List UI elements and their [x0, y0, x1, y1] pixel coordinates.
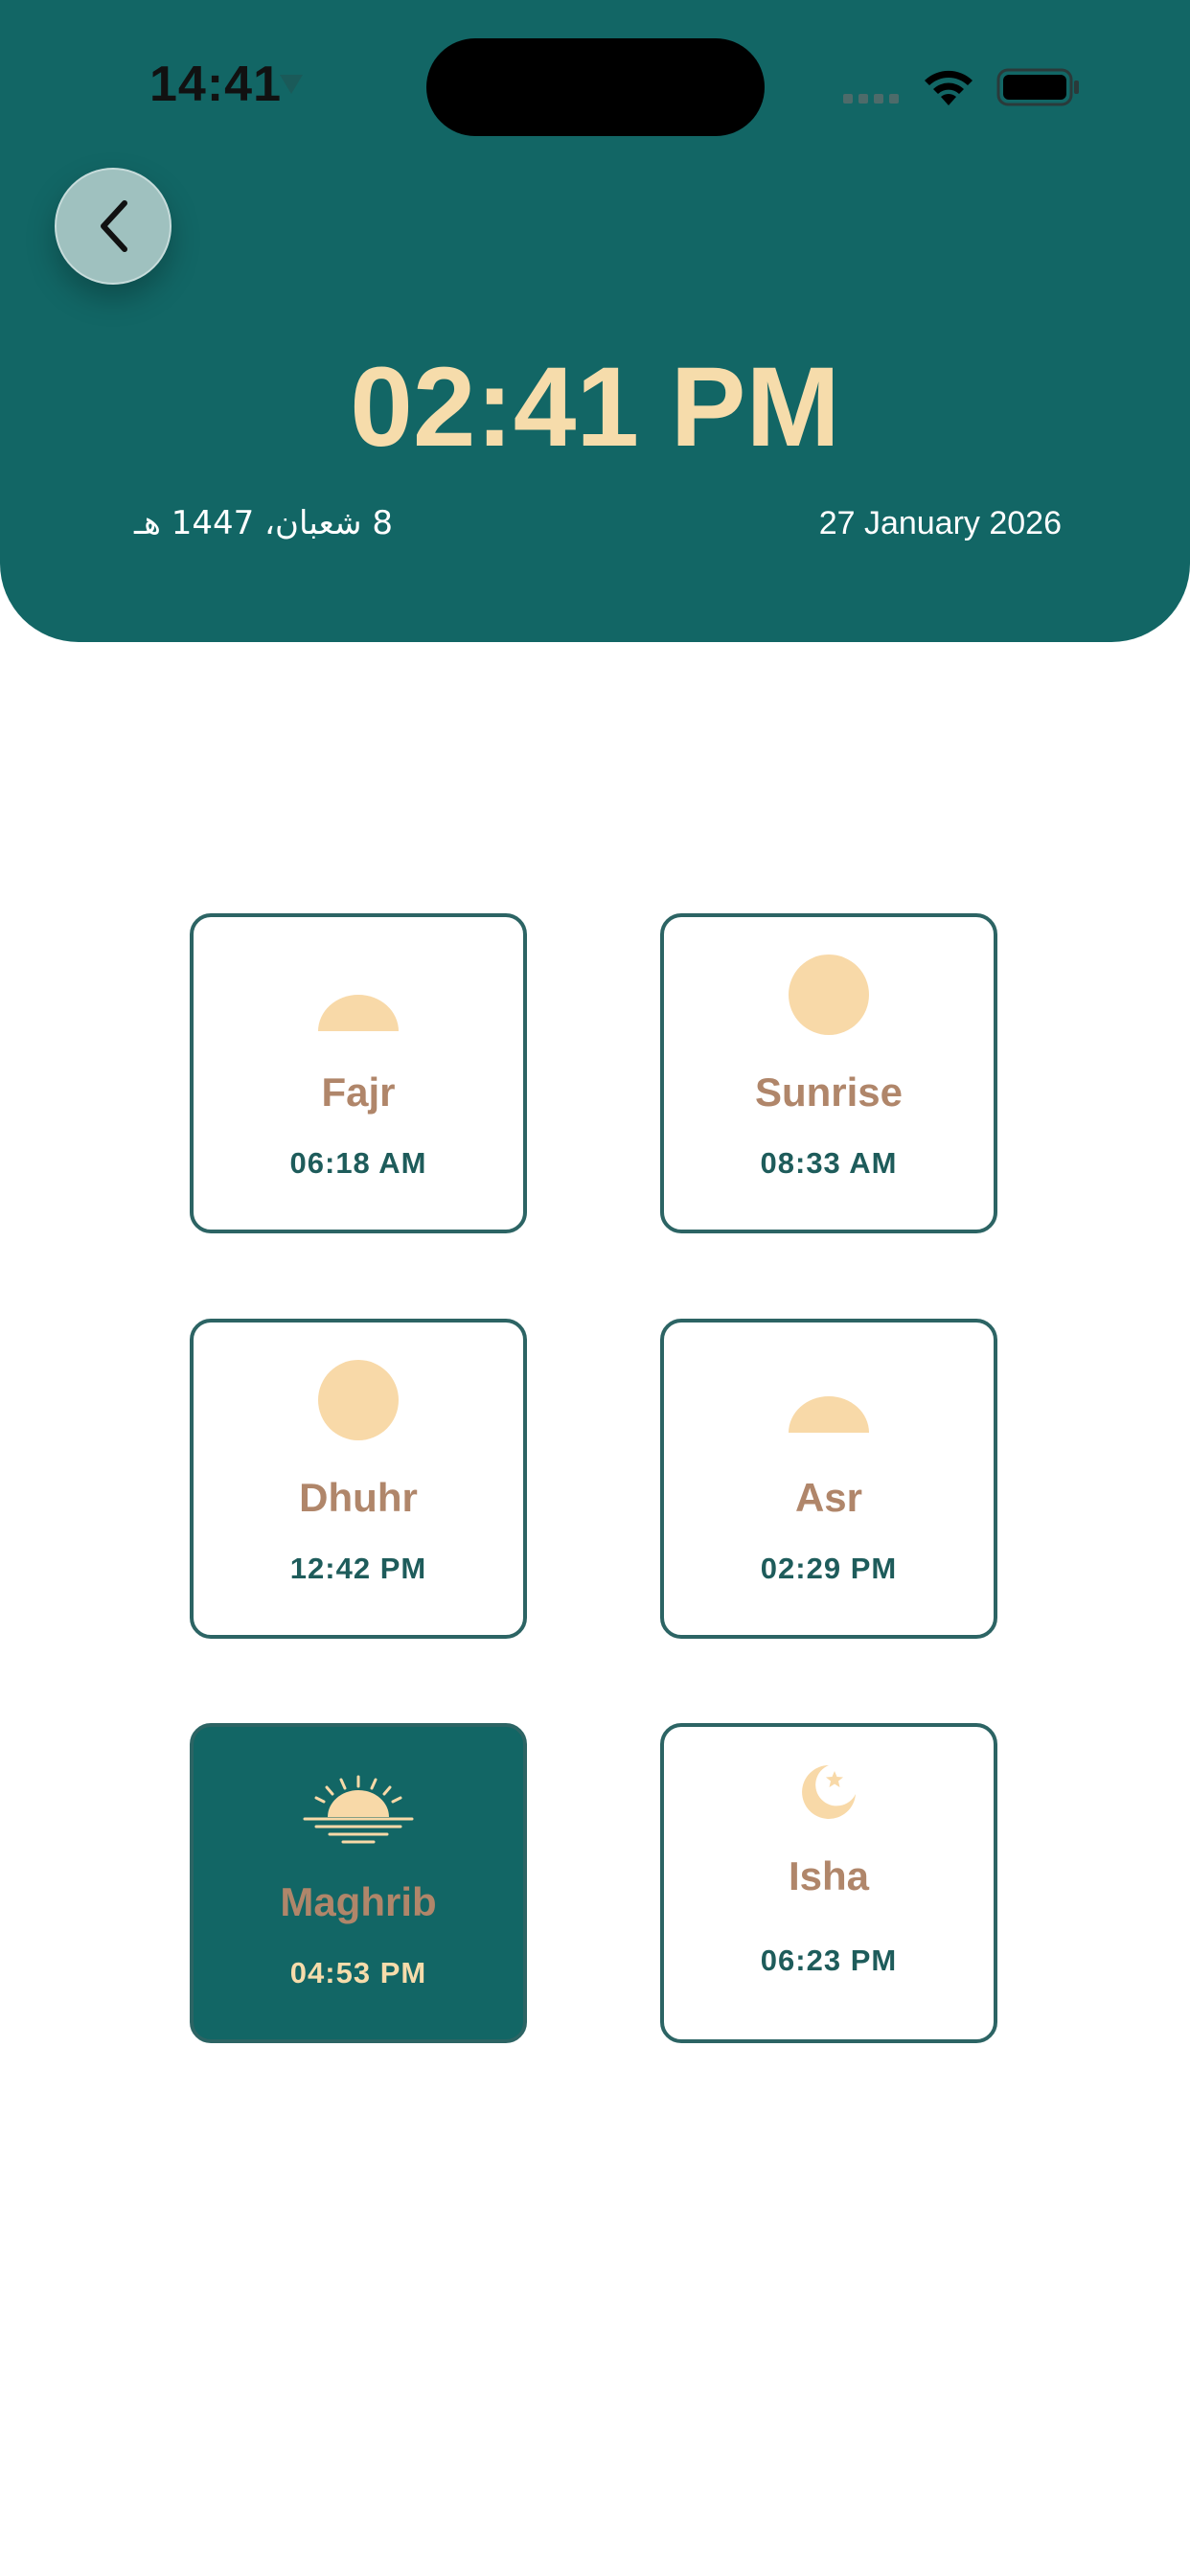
back-button[interactable] [55, 168, 172, 285]
prayer-time: 08:33 AM [760, 1146, 898, 1180]
prayer-name: Asr [794, 1475, 863, 1520]
dynamic-island [426, 38, 765, 136]
prayer-name: Isha [788, 1853, 870, 1898]
chevron-left-icon [101, 200, 127, 252]
wifi-icon [925, 70, 973, 105]
prayer-name: Maghrib [280, 1879, 437, 1924]
prayer-card-maghrib[interactable]: Maghrib 04:53 PM [190, 1723, 527, 2043]
prayer-time: 02:29 PM [760, 1552, 898, 1585]
prayer-card-sunrise[interactable]: Sunrise 08:33 AM [660, 913, 997, 1233]
status-bar-time: 14:41 [149, 57, 282, 112]
gregorian-date: 27 January 2026 [818, 505, 1062, 541]
prayer-name: Dhuhr [299, 1475, 418, 1520]
prayer-card-dhuhr[interactable]: Dhuhr 12:42 PM [190, 1319, 527, 1639]
cellular-signal-icon [843, 94, 899, 104]
location-arrow-icon [280, 75, 303, 94]
sunset-icon [303, 1775, 414, 1844]
full-sun-icon [789, 954, 869, 1035]
hijri-date: 8 شعبان، 1447 هـ [134, 504, 393, 542]
prayer-time: 04:53 PM [289, 1956, 427, 1990]
crescent-star-icon [802, 1765, 856, 1819]
prayer-times-screen: 14:41 02:41 PM 8 شعبان، 1447 هـ 27 Janua… [0, 0, 1190, 2576]
prayer-time: 06:18 AM [289, 1146, 427, 1180]
current-time: 02:41 PM [350, 344, 840, 471]
prayer-name: Fajr [321, 1070, 396, 1115]
battery-icon [996, 68, 1079, 106]
half-sun-icon [318, 995, 399, 1031]
prayer-card-isha[interactable]: Isha 06:23 PM [660, 1723, 997, 2043]
prayer-card-asr[interactable]: Asr 02:29 PM [660, 1319, 997, 1639]
header-panel: 14:41 02:41 PM 8 شعبان، 1447 هـ 27 Janua… [0, 0, 1190, 642]
prayer-card-fajr[interactable]: Fajr 06:18 AM [190, 913, 527, 1233]
prayer-name: Sunrise [754, 1070, 904, 1115]
full-sun-icon [318, 1360, 399, 1440]
prayer-time: 12:42 PM [289, 1552, 427, 1585]
half-sun-icon [789, 1396, 869, 1433]
prayer-time: 06:23 PM [760, 1944, 898, 1977]
